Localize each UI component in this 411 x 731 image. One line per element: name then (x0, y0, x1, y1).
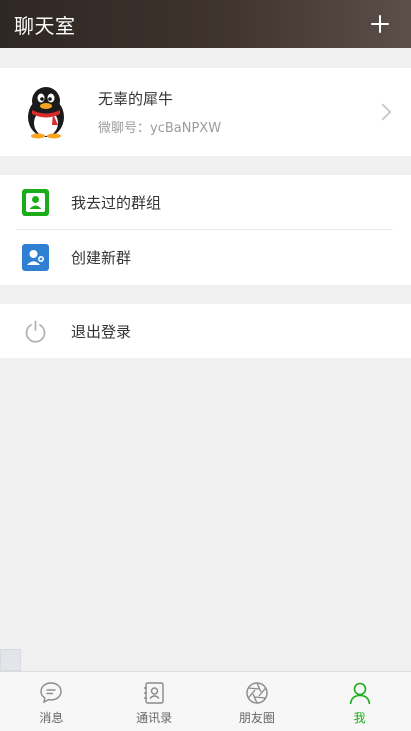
page-title: 聊天室 (14, 13, 76, 38)
tab-label: 朋友圈 (238, 711, 275, 725)
chevron-right-icon (374, 103, 392, 121)
bottom-nav: 消息 通讯录 朋友圈 我 (0, 671, 411, 731)
aperture-icon (246, 682, 268, 704)
groups-section: 我去过的群组 创建新群 (0, 175, 411, 285)
tab-moments[interactable]: 朋友圈 (206, 672, 309, 731)
plus-icon[interactable] (369, 13, 391, 35)
penguin-icon (28, 87, 64, 139)
contacts-book-icon (144, 682, 164, 704)
menu-item-my-groups[interactable]: 我去过的群组 (0, 175, 411, 230)
menu-item-logout[interactable]: 退出登录 (0, 304, 411, 358)
logout-section: 退出登录 (0, 304, 411, 358)
top-bar: 聊天室 (0, 0, 411, 48)
chat-bubble-icon (40, 682, 63, 704)
penguin-avatar (22, 85, 70, 139)
tab-contacts[interactable]: 通讯录 (103, 672, 206, 731)
profile-info: 无辜的犀牛 微聊号：ycBaNPXW (98, 88, 377, 136)
menu-item-label: 退出登录 (71, 322, 132, 341)
profile-wechat-id: 微聊号：ycBaNPXW (98, 121, 222, 136)
person-outline-icon (349, 682, 370, 705)
profile-name: 无辜的犀牛 (98, 90, 174, 108)
menu-item-label: 创建新群 (71, 249, 132, 267)
floating-tile[interactable] (0, 649, 21, 671)
tab-label: 消息 (39, 711, 64, 725)
add-person-icon (22, 244, 49, 271)
person-icon (22, 189, 49, 216)
power-icon (22, 318, 49, 345)
tab-label: 我 (353, 711, 366, 725)
tab-label: 通讯录 (136, 711, 173, 725)
profile-card[interactable]: 无辜的犀牛 微聊号：ycBaNPXW (0, 68, 411, 156)
menu-item-label: 我去过的群组 (71, 194, 162, 212)
tab-messages[interactable]: 消息 (0, 672, 103, 731)
app-root: 聊天室 无辜的犀牛 微聊号：ycBaNPXW 我去过的群组 创建新群 退出登录 … (0, 0, 411, 731)
menu-item-create-group[interactable]: 创建新群 (0, 230, 411, 285)
tab-me[interactable]: 我 (308, 672, 411, 731)
